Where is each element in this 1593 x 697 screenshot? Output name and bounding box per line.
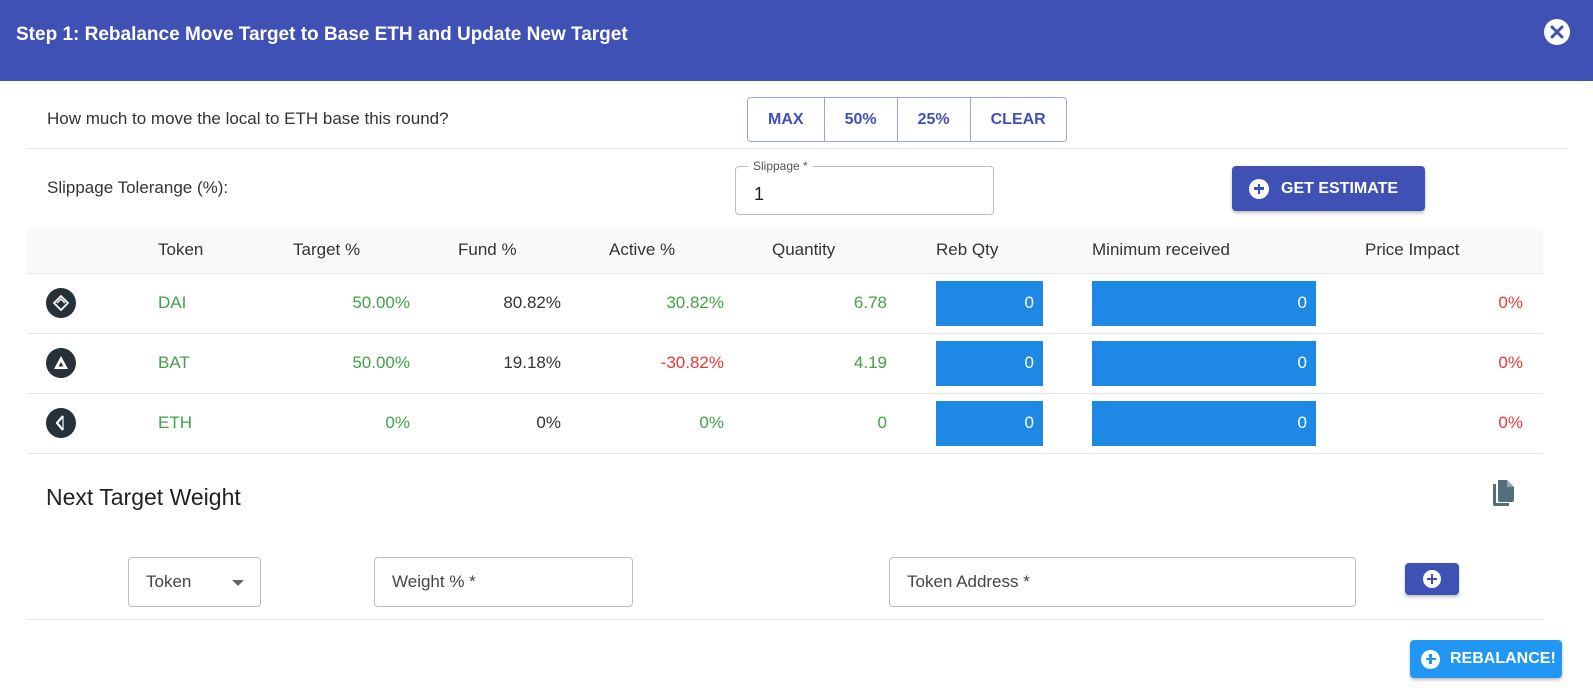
minimum-received-input[interactable]: 0 — [1092, 400, 1316, 446]
rebalance-button[interactable]: REBALANCE! — [1410, 640, 1562, 678]
slippage-value: 1 — [754, 184, 765, 204]
reb-qty-input[interactable]: 0 — [936, 280, 1043, 326]
table-row: ETH 0% 0% 0% 0 0 0 0% — [27, 393, 1543, 454]
header-quantity: Quantity — [724, 228, 887, 274]
move-amount-button-group: MAX 50% 25% CLEAR — [747, 97, 1067, 142]
eth-token-icon — [46, 408, 76, 438]
next-target-form-row: Token Weight % * Token Address * — [27, 540, 1543, 620]
dialog-header: Step 1: Rebalance Move Target to Base ET… — [0, 0, 1593, 81]
header-fund: Fund % — [410, 228, 561, 274]
bat-token-icon — [46, 348, 76, 378]
slippage-input[interactable]: Slippage * 1 — [735, 159, 994, 215]
target-cell: 50.00% — [252, 273, 410, 334]
add-circle-icon — [1249, 178, 1269, 199]
weight-placeholder: Weight % * — [392, 572, 476, 591]
fund-cell: 0% — [410, 393, 561, 454]
dai-token-icon — [46, 288, 76, 318]
quantity-cell: 0 — [724, 393, 887, 454]
token-select-label: Token — [146, 572, 192, 591]
active-cell: 0% — [561, 393, 724, 454]
twenty-five-percent-button[interactable]: 25% — [897, 98, 971, 141]
slippage-field-label: Slippage * — [748, 159, 813, 173]
rebalance-label: REBALANCE! — [1450, 650, 1556, 667]
target-cell: 0% — [252, 393, 410, 454]
quantity-cell: 4.19 — [724, 333, 887, 394]
token-address-placeholder: Token Address * — [907, 572, 1030, 591]
header-icon — [27, 228, 140, 274]
get-estimate-button[interactable]: GET ESTIMATE — [1232, 166, 1425, 211]
dialog-title: Step 1: Rebalance Move Target to Base ET… — [16, 24, 628, 45]
header-price-impact: Price Impact — [1316, 228, 1543, 274]
target-cell: 50.00% — [252, 333, 410, 394]
table-row: DAI 50.00% 80.82% 30.82% 6.78 0 0 0% — [27, 273, 1543, 334]
price-impact-cell: 0% — [1316, 393, 1543, 454]
add-circle-icon — [1423, 570, 1441, 588]
max-button[interactable]: MAX — [748, 98, 825, 141]
header-active: Active % — [561, 228, 724, 274]
token-table: Token Target % Fund % Active % Quantity … — [27, 228, 1543, 454]
token-address-input[interactable]: Token Address * — [889, 557, 1356, 607]
active-cell: -30.82% — [561, 333, 724, 394]
header-reb-qty: Reb Qty — [887, 228, 1043, 274]
fifty-percent-button[interactable]: 50% — [824, 98, 898, 141]
token-select[interactable]: Token — [128, 557, 261, 607]
reb-qty-input[interactable]: 0 — [936, 340, 1043, 386]
token-name: BAT — [140, 333, 252, 394]
slippage-label: Slippage Tolerange (%): — [47, 178, 229, 197]
header-minimum-received: Minimum received — [1043, 228, 1316, 274]
token-name: ETH — [140, 393, 252, 454]
minimum-received-input[interactable]: 0 — [1092, 340, 1316, 386]
get-estimate-label: GET ESTIMATE — [1281, 179, 1399, 197]
weight-input[interactable]: Weight % * — [374, 557, 633, 607]
dropdown-arrow-icon — [232, 580, 244, 586]
close-icon — [1550, 25, 1564, 39]
price-impact-cell: 0% — [1316, 333, 1543, 394]
active-cell: 30.82% — [561, 273, 724, 334]
copy-icon[interactable] — [1490, 478, 1516, 513]
next-target-title: Next Target Weight — [46, 484, 241, 510]
slippage-row: Slippage Tolerange (%): Slippage * 1 GET… — [27, 149, 1567, 228]
price-impact-cell: 0% — [1316, 273, 1543, 334]
move-amount-row: How much to move the local to ETH base t… — [27, 81, 1567, 149]
add-token-button[interactable] — [1405, 563, 1459, 595]
reb-qty-input[interactable]: 0 — [936, 400, 1043, 446]
quantity-cell: 6.78 — [724, 273, 887, 334]
clear-button[interactable]: CLEAR — [970, 98, 1066, 141]
fund-cell: 19.18% — [410, 333, 561, 394]
header-target: Target % — [252, 228, 410, 274]
token-name: DAI — [140, 273, 252, 334]
table-row: BAT 50.00% 19.18% -30.82% 4.19 0 0 0% — [27, 333, 1543, 394]
header-token: Token — [140, 228, 252, 274]
move-question-label: How much to move the local to ETH base t… — [47, 109, 449, 128]
close-button[interactable] — [1544, 19, 1570, 45]
fund-cell: 80.82% — [410, 273, 561, 334]
minimum-received-input[interactable]: 0 — [1092, 280, 1316, 326]
table-header-row: Token Target % Fund % Active % Quantity … — [27, 228, 1543, 274]
add-circle-icon — [1421, 649, 1440, 669]
